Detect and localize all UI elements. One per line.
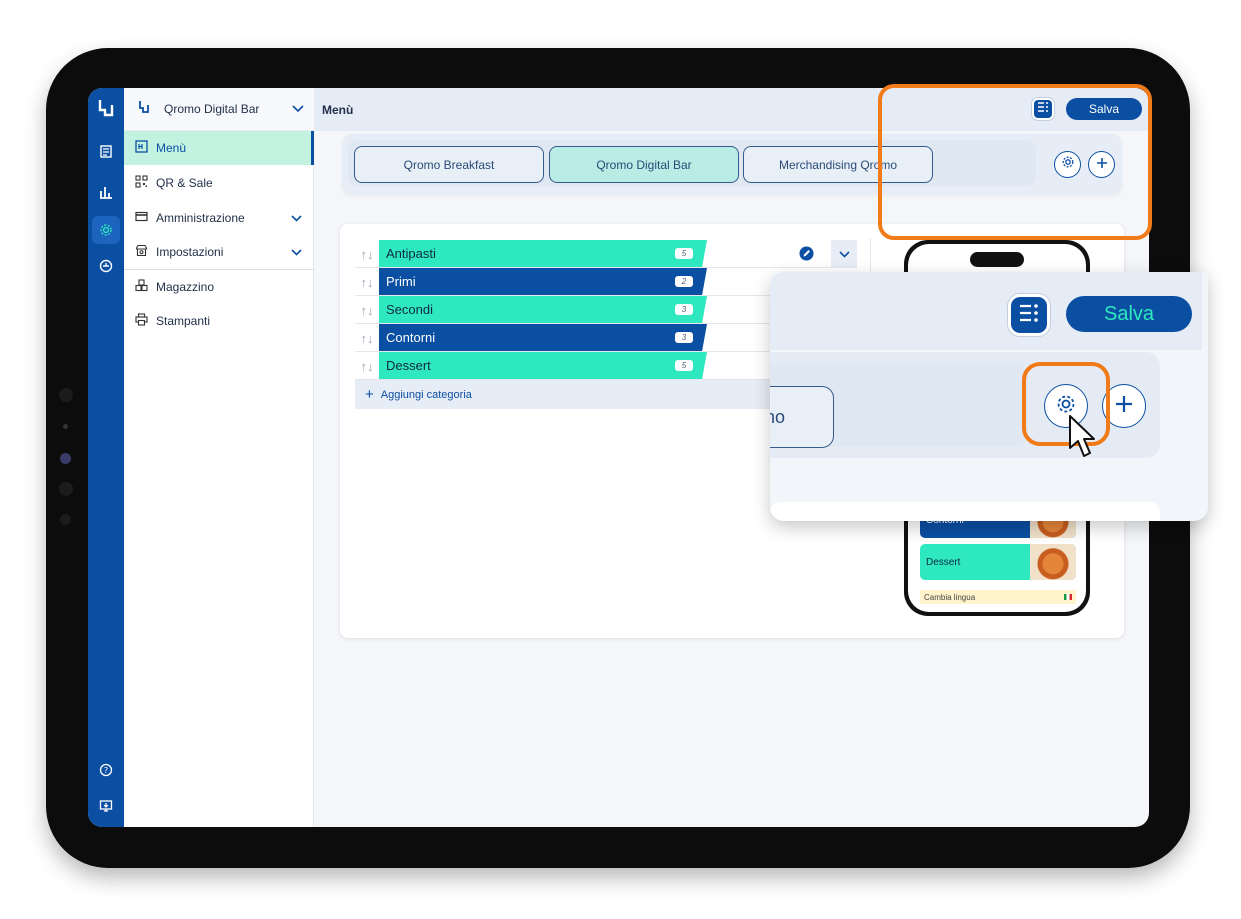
category-pill[interactable]: Contorni 3 — [379, 324, 707, 351]
flag-icon — [1064, 594, 1072, 600]
help-icon[interactable]: ? — [92, 756, 120, 784]
zoom-card-edge — [770, 502, 1160, 521]
category-name: Antipasti — [386, 246, 436, 261]
sensor-dot — [60, 514, 71, 525]
category-row[interactable]: ↑↓ Antipasti 5 — [355, 240, 857, 268]
venue-tab-digital-bar[interactable]: Qromo Digital Bar — [549, 146, 739, 183]
venue-tab-breakfast[interactable]: Qromo Breakfast — [354, 146, 544, 183]
nav-item-magazzino[interactable]: Magazzino — [124, 270, 314, 304]
nav-item-stampanti[interactable]: Stampanti — [124, 304, 314, 338]
zoom-tabs-track: no — [770, 364, 1028, 448]
svg-text:?: ? — [104, 766, 108, 775]
venue-logo-icon — [138, 100, 150, 119]
card-icon — [135, 210, 148, 226]
nav-sidebar: Qromo Digital Bar Menù QR & Sale Amminis… — [124, 88, 314, 827]
nav-item-label: QR & Sale — [156, 176, 213, 190]
zoom-save-button[interactable]: Salva — [1066, 296, 1192, 332]
sort-handle-icon[interactable]: ↑↓ — [355, 352, 379, 380]
phone-notch — [970, 252, 1024, 267]
category-count-badge: 5 — [675, 248, 693, 259]
chevron-down-icon — [291, 245, 302, 259]
category-pill[interactable]: Dessert 5 — [379, 352, 707, 379]
printer-icon — [135, 313, 148, 329]
category-name: Dessert — [386, 358, 431, 373]
chevron-down-icon — [291, 211, 302, 225]
sort-handle-icon[interactable]: ↑↓ — [355, 324, 379, 352]
nav-item-label: Impostazioni — [156, 245, 224, 259]
list-icon — [1018, 302, 1040, 329]
category-pill[interactable]: Antipasti 5 — [379, 240, 707, 267]
front-camera — [59, 388, 73, 402]
monitor-icon[interactable] — [92, 792, 120, 820]
zoom-header: Salva — [770, 272, 1202, 350]
category-pill[interactable]: Secondi 3 — [379, 296, 707, 323]
category-name: Primi — [386, 274, 416, 289]
plus-icon: + — [365, 386, 374, 403]
page-title: Menù — [322, 102, 354, 117]
sort-handle-icon[interactable]: ↑↓ — [355, 240, 379, 268]
nav-item-menu[interactable]: Menù — [124, 131, 314, 165]
mouse-cursor-icon — [1068, 414, 1096, 467]
chevron-down-icon — [292, 100, 304, 118]
add-category-label: Aggiungi categoria — [380, 388, 472, 401]
nav-item-label: Amministrazione — [156, 211, 245, 225]
settings-icon[interactable] — [92, 216, 120, 244]
logo-icon[interactable] — [92, 94, 120, 122]
plus-icon — [1114, 394, 1134, 419]
category-expand-button[interactable] — [831, 240, 857, 267]
venue-name: Qromo Digital Bar — [164, 102, 260, 116]
qr-code-icon — [135, 175, 148, 191]
nav-item-label: Stampanti — [156, 314, 211, 328]
stats-icon[interactable] — [92, 178, 120, 206]
category-count-badge: 2 — [675, 276, 693, 287]
nav-item-label: Magazzino — [156, 280, 215, 294]
zoom-venue-tab[interactable]: no — [770, 386, 834, 448]
menu-icon[interactable] — [92, 138, 120, 166]
language-label: Cambia lingua — [924, 592, 976, 602]
icon-rail: ? — [88, 88, 124, 827]
boxes-icon — [135, 279, 148, 295]
category-pill[interactable]: Primi 2 — [379, 268, 707, 295]
language-bar: Cambia lingua — [920, 590, 1076, 604]
edit-icon[interactable] — [799, 246, 814, 266]
venue-switcher[interactable]: Qromo Digital Bar — [124, 88, 314, 131]
sensor-dot — [59, 482, 73, 496]
highlight-header-actions — [878, 84, 1152, 240]
category-count-badge: 3 — [675, 332, 693, 343]
nav-item-label: Menù — [156, 141, 187, 155]
category-count-badge: 3 — [675, 304, 693, 315]
sensor-dot — [63, 424, 68, 429]
store-settings-icon — [135, 244, 148, 260]
nav-item-impostazioni[interactable]: Impostazioni — [124, 235, 314, 269]
nav-item-qr-sale[interactable]: QR & Sale — [124, 166, 314, 200]
sort-handle-icon[interactable]: ↑↓ — [355, 296, 379, 324]
preview-category-name: Dessert — [926, 556, 961, 568]
menu-book-icon — [135, 140, 148, 156]
account-icon[interactable] — [92, 252, 120, 280]
preview-category-card: Dessert — [920, 544, 1076, 580]
camera-lens — [60, 453, 71, 464]
category-count-badge: 5 — [675, 360, 693, 371]
category-name: Secondi — [386, 302, 433, 317]
category-name: Contorni — [386, 330, 436, 345]
nav-item-amministrazione[interactable]: Amministrazione — [124, 201, 314, 235]
zoom-callout: Salva no — [770, 272, 1208, 521]
food-image — [1030, 544, 1076, 580]
sort-handle-icon[interactable]: ↑↓ — [355, 268, 379, 296]
chevron-down-icon — [838, 245, 850, 263]
highlight-settings-button — [1022, 362, 1110, 446]
zoom-menu-list-button[interactable] — [1008, 294, 1050, 336]
